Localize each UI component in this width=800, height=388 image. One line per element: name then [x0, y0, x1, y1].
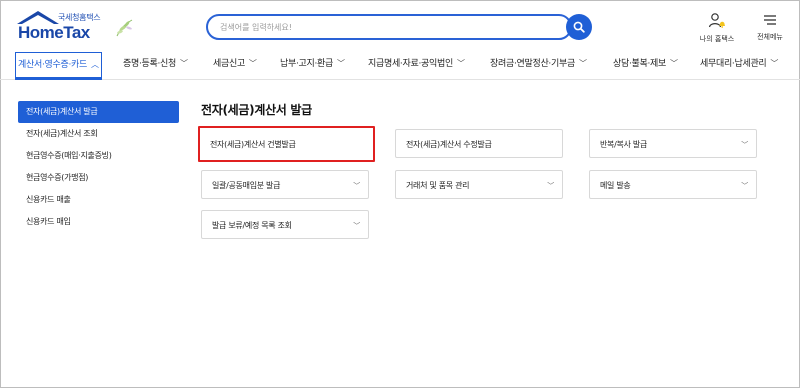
gnb-item-incentives[interactable]: 장려금·연말정산·기부금 ﹀ [490, 50, 587, 80]
gnb-item-label: 증명·등록·신청 [123, 59, 177, 69]
sidebar-item-card-sales[interactable]: 신용카드 매출 [18, 189, 179, 211]
logo-title: HomeTax [18, 23, 90, 42]
gnb-item-receipts[interactable]: 계산서·영수증·카드 ︿ [15, 52, 102, 80]
gnb-item-label: 납부·고지·환급 [280, 59, 334, 69]
card-partner-item-management[interactable]: 거래처 및 품목 관리 ﹀ [395, 170, 563, 199]
gnb-item-label: 지급명세·자료·공익법인 [368, 59, 453, 69]
card-label: 발급 보류/예정 목록 조회 [212, 221, 292, 230]
gnb-item-label: 장려금·연말정산·기부금 [490, 59, 575, 69]
chevron-down-icon: ﹀ [337, 59, 345, 68]
sidebar-item-card-purchase[interactable]: 신용카드 매입 [18, 211, 179, 233]
card-amend-issue[interactable]: 전자(세금)계산서 수정발급 [395, 129, 563, 158]
chevron-down-icon: ﹀ [741, 182, 748, 190]
hometax-logo[interactable]: 국세청홈택스 HomeTax [15, 10, 133, 42]
chevron-down-icon: ﹀ [578, 59, 587, 68]
chevron-down-icon: ﹀ [248, 59, 257, 68]
card-bulk-issue[interactable]: 일괄/공동매입분 발급 ﹀ [201, 170, 369, 199]
card-label: 전자(세금)계산서 건별발급 [210, 140, 296, 149]
gnb-item-label: 상담·불복·제보 [613, 59, 667, 69]
sidebar-item-issue[interactable]: 전자(세금)계산서 발급 [18, 101, 179, 123]
chevron-down-icon: ﹀ [353, 182, 360, 190]
gnb-item-label: 계산서·영수증·카드 [18, 60, 87, 70]
chevron-down-icon: ﹀ [547, 182, 554, 190]
logo-subtitle: 국세청홈택스 [58, 13, 101, 22]
card-label: 메일 발송 [600, 181, 631, 190]
all-menu-button[interactable]: 전체메뉴 [752, 12, 788, 42]
chevron-up-icon: ︿ [90, 60, 99, 69]
gnb-item-statements[interactable]: 지급명세·자료·공익법인 ﹀ [368, 50, 465, 80]
card-label: 반복/복사 발급 [600, 140, 647, 149]
chevron-down-icon: ﹀ [353, 222, 360, 230]
sidebar-item-cash-receipt-purchase[interactable]: 현금영수증(매입·지출증빙) [18, 145, 179, 167]
page-title: 전자(세금)계산서 발급 [201, 103, 312, 117]
card-single-issue[interactable]: 전자(세금)계산서 건별발급 [198, 126, 375, 162]
card-label: 일괄/공동매입분 발급 [212, 181, 281, 190]
hamburger-menu-icon [764, 15, 776, 25]
gnb-item-label: 세무대리·납세관리 [700, 59, 767, 69]
sidebar: 전자(세금)계산서 발급 전자(세금)계산서 조회 현금영수증(매입·지출증빙)… [18, 101, 179, 233]
gnb-item-payment[interactable]: 납부·고지·환급 ﹀ [280, 50, 345, 80]
search-icon [573, 21, 585, 33]
sidebar-item-cash-receipt-merchant[interactable]: 현금영수증(가맹점) [18, 167, 179, 189]
gnb-item-consulting[interactable]: 상담·불복·제보 ﹀ [613, 50, 678, 80]
leaf-icon [116, 19, 133, 37]
gnb-item-label: 세금신고 [213, 59, 245, 69]
chevron-down-icon: ﹀ [456, 59, 465, 68]
chevron-down-icon: ﹀ [180, 59, 188, 68]
gnb-item-tax-filing[interactable]: 세금신고 ﹀ [213, 50, 257, 80]
chevron-down-icon: ﹀ [670, 59, 678, 68]
chevron-down-icon: ﹀ [770, 59, 779, 68]
search-input[interactable] [220, 19, 520, 35]
card-label: 전자(세금)계산서 수정발급 [406, 140, 492, 149]
card-label: 거래처 및 품목 관리 [406, 181, 470, 190]
gnb-item-certificates[interactable]: 증명·등록·신청 ﹀ [123, 50, 188, 80]
search-button[interactable] [566, 14, 592, 40]
search-box [206, 14, 572, 40]
all-menu-label: 전체메뉴 [757, 33, 783, 41]
card-mail-send[interactable]: 메일 발송 ﹀ [589, 170, 757, 199]
my-hometax-button[interactable]: 나의 홈택스 [696, 12, 738, 44]
chevron-down-icon: ﹀ [741, 141, 748, 149]
card-repeat-copy-issue[interactable]: 반복/복사 발급 ﹀ [589, 129, 757, 158]
sidebar-item-inquiry[interactable]: 전자(세금)계산서 조회 [18, 123, 179, 145]
site-header: 국세청홈택스 HomeTax 나의 홈택스 [0, 0, 800, 48]
user-bell-icon [708, 13, 725, 28]
gnb-item-tax-agent[interactable]: 세무대리·납세관리 ﹀ [700, 50, 778, 80]
global-nav: 계산서·영수증·카드 ︿ 증명·등록·신청 ﹀ 세금신고 ﹀ 납부·고지·환급 ﹀ 지급… [0, 50, 800, 80]
card-pending-scheduled-list[interactable]: 발급 보류/예정 목록 조회 ﹀ [201, 210, 369, 239]
my-hometax-label: 나의 홈택스 [699, 35, 735, 43]
